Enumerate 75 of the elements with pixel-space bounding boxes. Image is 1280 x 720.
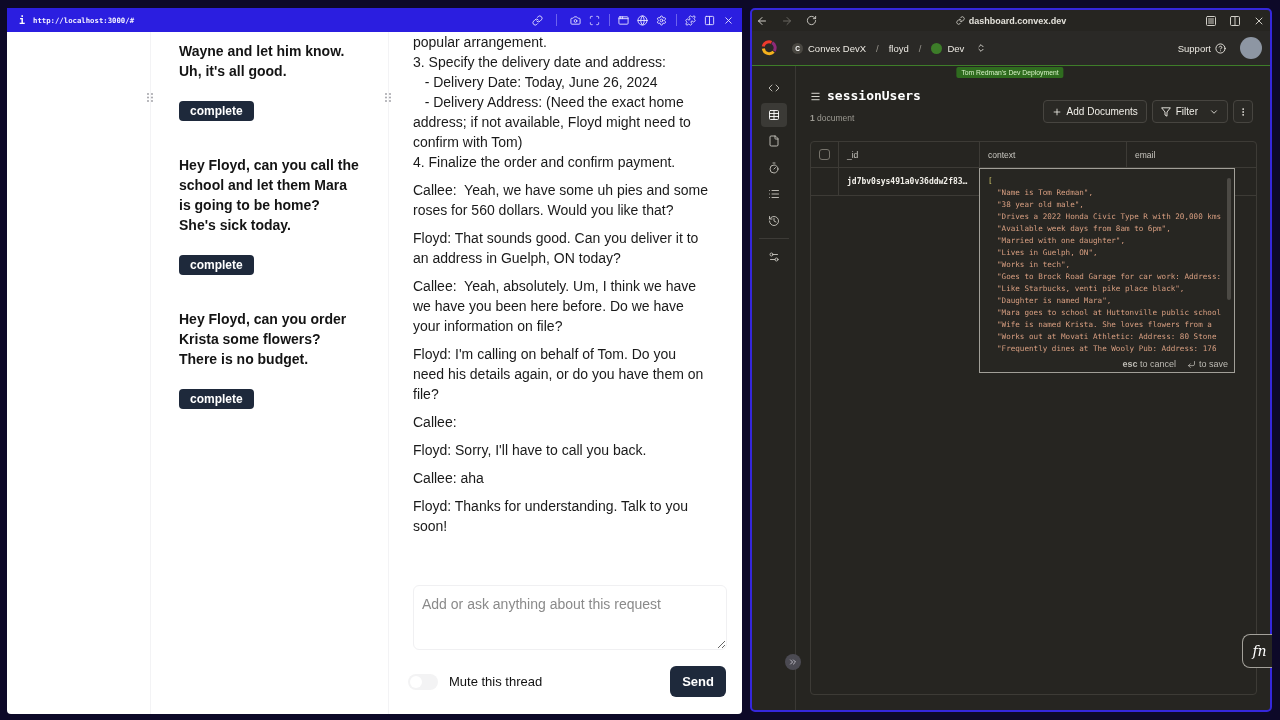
split-view-icon[interactable] [704, 14, 715, 26]
complete-button[interactable]: complete [179, 255, 254, 275]
add-documents-button[interactable]: Add Documents [1042, 100, 1147, 123]
split-view-icon[interactable] [1229, 14, 1241, 27]
scan-icon[interactable] [589, 14, 600, 26]
settings-icon[interactable] [656, 14, 667, 26]
complete-button[interactable]: complete [179, 101, 254, 121]
chevrons-right-icon [788, 657, 798, 667]
select-all-checkbox[interactable] [819, 149, 830, 160]
table-title: sessionUsers [827, 88, 921, 104]
deployment-selector[interactable]: Dev [931, 42, 987, 54]
back-icon[interactable] [756, 14, 768, 27]
transcript-message: Floyd: Sorry, I'll have to call you back. [413, 441, 647, 460]
menu-square-icon[interactable] [1205, 14, 1217, 27]
url-text: dashboard.convex.dev [968, 15, 1067, 26]
sliders-icon [767, 250, 780, 263]
keyboard-hint: esc to cancel [1122, 359, 1176, 369]
filter-button[interactable]: Filter [1151, 100, 1228, 123]
logo-icon[interactable] [761, 40, 777, 56]
return-icon [1186, 359, 1196, 369]
task-text: Wayne and let him know. Uh, it's all good. [179, 42, 345, 81]
code-icon [767, 82, 780, 94]
document-count: 1 document [810, 113, 856, 123]
close-icon[interactable] [723, 14, 734, 26]
support-link[interactable]: Support [1177, 42, 1226, 54]
help-icon [1215, 42, 1226, 54]
sidebar-item[interactable] [760, 102, 787, 127]
menu-icon[interactable] [810, 90, 821, 102]
chevrons-up-down-icon [976, 43, 987, 53]
fn-button[interactable]: fn [1242, 634, 1272, 668]
transcript-message: Callee: aha [413, 469, 484, 488]
link-icon[interactable] [532, 14, 543, 26]
project-link[interactable]: floyd [888, 42, 909, 54]
more-button[interactable] [1233, 100, 1253, 123]
keyboard-hint: to save [1198, 359, 1228, 369]
transcript-message: Callee: [413, 413, 457, 432]
globe-icon[interactable] [637, 14, 648, 26]
file-icon [767, 135, 780, 147]
task-text: Hey Floyd, can you call the school and let them Mara is going to be home? She's sick today. [179, 156, 359, 235]
transcript-message: Callee: Yeah, absolutely. Um, I think we have we have you been here before. Do we have your information on file? [413, 277, 696, 336]
breadcrumb-separator: / [876, 42, 879, 54]
send-button[interactable]: Send [670, 666, 726, 697]
json-editor[interactable] [979, 168, 1235, 373]
transcript-message: Floyd: That sounds good. Can you deliver it to an address in Guelph, ON today? [413, 229, 699, 268]
info-glyph[interactable]: i [19, 14, 27, 26]
window-icon[interactable] [618, 14, 629, 26]
table-icon [767, 108, 780, 121]
task-text: Hey Floyd, can you order Krista some flowers? There is no budget. [179, 310, 347, 369]
transcript-message: Floyd: Thanks for understanding. Talk to you soon! [413, 497, 688, 536]
transcript-message: Floyd: I'm calling on behalf of Tom. Do you need his details again, or do you have them on file? [413, 345, 704, 404]
reload-icon[interactable] [806, 15, 817, 26]
breadcrumb-separator: / [918, 42, 922, 54]
timer-icon [767, 161, 780, 174]
message-input[interactable]: Add or ask anything about this request [413, 585, 727, 650]
list-icon [767, 188, 780, 200]
column-header[interactable]: _id [847, 149, 859, 160]
transcript-message: Callee: Yeah, we have some uh pies and some roses for 560 dollars. Would you like that? [413, 181, 708, 220]
drag-handle-icon[interactable] [147, 93, 153, 102]
plus-icon [1051, 106, 1062, 117]
filter-icon [1160, 106, 1171, 117]
column-header[interactable]: email [1135, 149, 1156, 160]
drag-handle-icon[interactable] [385, 93, 391, 102]
puzzle-icon[interactable] [685, 14, 696, 26]
status-dot-icon [931, 42, 943, 54]
table-cell: jd7bv0sys491a0v36ddw2f83… [847, 177, 968, 186]
avatar-icon[interactable] [1240, 37, 1262, 59]
scrollbar-thumb[interactable] [1227, 178, 1231, 300]
mute-label: Mute this thread [449, 674, 543, 689]
camera-icon[interactable] [570, 14, 581, 26]
transcript-message: popular arrangement. 3. Specify the delivery date and address: - Delivery Date: Today, June 26, 2024 - Delivery Address: (Need the exact home address; if not available, Floyd might need to confirm with Tom) 4. Finalize the order and confirm payment. [413, 33, 691, 172]
history-icon [767, 214, 780, 227]
expand-button[interactable] [785, 654, 801, 670]
link-icon [955, 16, 965, 25]
column-header[interactable]: context [988, 149, 1016, 160]
complete-button[interactable]: complete [179, 389, 254, 409]
